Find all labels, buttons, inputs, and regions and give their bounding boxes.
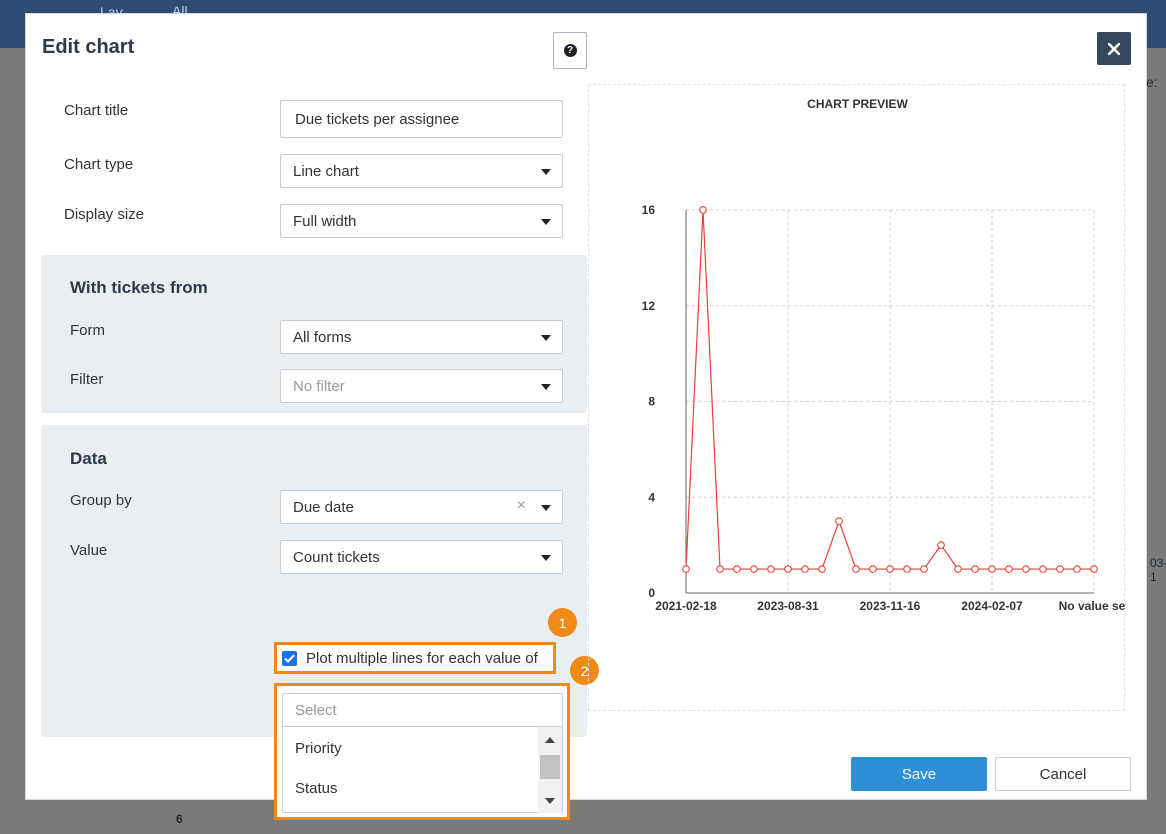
form-label: Form	[70, 322, 105, 339]
x-tick-label: 2023-11-16	[860, 599, 921, 613]
chart-preview: CHART PREVIEW 0 4 8 12 16 2021-02-18 2023-08-3…	[588, 84, 1126, 711]
x-tick-label: 2021-02-18	[655, 599, 717, 613]
data-point	[801, 565, 809, 573]
data-point	[835, 517, 843, 526]
line-chart: 0 4 8 12 16 2021-02-18 2023-08-31 2023-11-16 202…	[642, 203, 1126, 613]
y-tick-label: 12	[642, 299, 656, 313]
group-by-value: Due date	[293, 498, 354, 516]
select-placeholder: Select	[295, 701, 337, 719]
x-tick-label: 2023-08-31	[757, 599, 819, 613]
group-by-label: Group by	[70, 492, 132, 509]
form-value: All forms	[293, 328, 352, 346]
checkbox-checked-icon[interactable]	[282, 650, 297, 666]
form-select[interactable]: All forms	[280, 320, 563, 354]
close-icon	[1108, 42, 1120, 55]
help-button[interactable]: ?	[553, 32, 587, 69]
chevron-down-icon	[541, 555, 551, 561]
y-tick-label: 4	[648, 490, 655, 504]
x-tick-label: No value set	[1059, 599, 1126, 613]
value-select[interactable]: Count tickets	[280, 540, 563, 574]
data-point	[1039, 565, 1047, 573]
multi-line-field-select[interactable]: Select	[282, 693, 563, 727]
data-point	[1090, 565, 1098, 573]
chart-type-select[interactable]: Line chart	[280, 154, 563, 188]
display-size-value: Full width	[293, 212, 357, 230]
question-icon: ?	[563, 44, 577, 57]
data-point	[1022, 565, 1030, 573]
data-point	[767, 565, 775, 573]
scrollbar[interactable]	[538, 727, 562, 813]
clear-icon[interactable]: ×	[517, 497, 526, 515]
background-text-2: 03-1	[1150, 556, 1166, 584]
data-point	[920, 565, 928, 573]
filter-label: Filter	[70, 371, 104, 388]
y-tick-label: 0	[648, 586, 655, 600]
chevron-down-icon	[541, 384, 551, 390]
close-button[interactable]	[1097, 32, 1131, 65]
data-point	[937, 541, 945, 549]
multi-line-label: Plot multiple lines for each value of	[306, 649, 538, 667]
background-row-number: 6	[176, 812, 183, 826]
data-point	[869, 565, 877, 573]
save-button[interactable]: Save	[851, 757, 987, 791]
background-text: e:	[1146, 74, 1158, 90]
dropdown-options-list: Priority Status	[282, 727, 563, 813]
series-line	[685, 209, 1094, 570]
modal-title: Edit chart	[42, 36, 135, 58]
scroll-up-icon[interactable]	[545, 737, 555, 743]
value-value: Count tickets	[293, 548, 380, 566]
data-point	[852, 565, 860, 573]
option-status[interactable]: Status	[295, 780, 338, 797]
chevron-down-icon	[541, 335, 551, 341]
chart-title-input[interactable]: Due tickets per assignee	[280, 100, 563, 138]
data-point	[971, 565, 979, 573]
annotation-badge-1: 1	[548, 608, 577, 637]
data-point	[903, 565, 911, 573]
display-size-select[interactable]: Full width	[280, 204, 563, 238]
scroll-down-icon[interactable]	[545, 798, 555, 804]
edit-chart-modal: Edit chart ? Chart title Due tickets per…	[25, 13, 1147, 820]
data-point	[682, 565, 690, 573]
data-point	[1056, 565, 1064, 573]
chevron-down-icon	[541, 505, 551, 511]
chart-title-value: Due tickets per assignee	[295, 110, 460, 128]
chart-title-label: Chart title	[64, 102, 129, 119]
cancel-button[interactable]: Cancel	[995, 757, 1131, 791]
scroll-thumb[interactable]	[540, 755, 560, 779]
y-tick-label: 8	[648, 395, 655, 409]
display-size-label: Display size	[64, 206, 145, 223]
chevron-down-icon	[541, 219, 551, 225]
filter-select[interactable]: No filter	[280, 369, 563, 403]
data-point	[784, 565, 792, 573]
data-point	[988, 565, 996, 573]
data-point	[733, 565, 741, 573]
data-point	[886, 565, 894, 573]
data-panel-title: Data	[70, 449, 107, 468]
tickets-panel-title: With tickets from	[70, 278, 208, 297]
data-point	[1073, 565, 1081, 573]
value-label: Value	[70, 542, 108, 559]
data-point	[818, 565, 826, 573]
option-priority[interactable]: Priority	[295, 740, 342, 757]
x-tick-label: 2024-02-07	[961, 599, 1023, 613]
multi-line-dropdown-highlight: Select Priority Status	[274, 683, 570, 820]
data-point	[1005, 565, 1013, 573]
group-by-select[interactable]: Due date ×	[280, 490, 563, 524]
data-point	[716, 565, 724, 573]
filter-placeholder: No filter	[293, 377, 345, 395]
chart-type-value: Line chart	[293, 162, 359, 180]
chart-type-label: Chart type	[64, 156, 134, 173]
data-point	[699, 206, 707, 214]
data-point	[954, 565, 962, 573]
multi-line-checkbox-row[interactable]: Plot multiple lines for each value of	[274, 642, 556, 674]
chevron-down-icon	[541, 169, 551, 175]
y-tick-label: 16	[642, 203, 656, 217]
data-point	[750, 565, 758, 573]
